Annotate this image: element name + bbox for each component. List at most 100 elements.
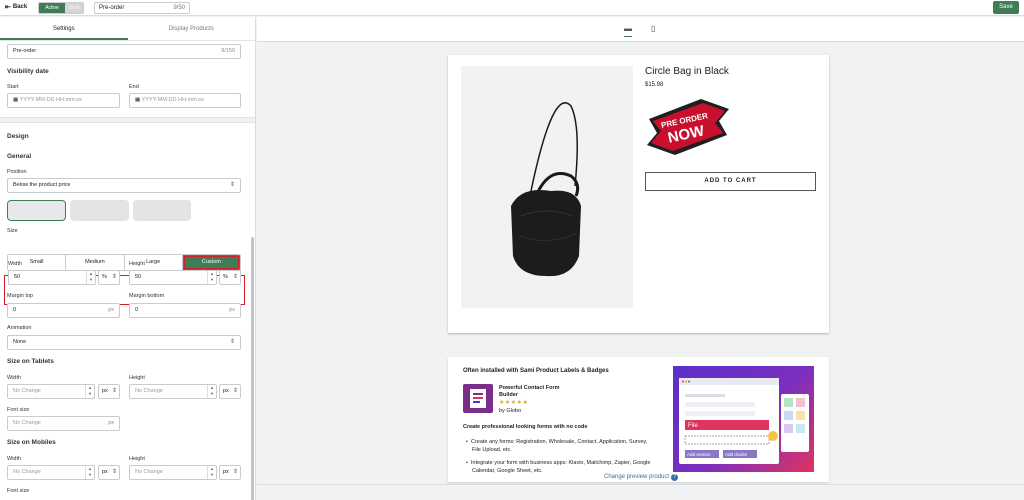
mobile-width-input[interactable]: No Change ▲ ▼ xyxy=(7,465,95,480)
mobile-height-stepper[interactable]: ▲ ▼ xyxy=(207,466,216,479)
mobile-height-unit-value: px xyxy=(223,469,229,475)
settings-tabs: Settings Display Products xyxy=(0,17,255,41)
tablet-height-input[interactable]: No Change ▲ ▼ xyxy=(129,384,217,399)
select-arrows-icon: ⇕ xyxy=(232,274,238,280)
tablet-width-unit[interactable]: px ⇕ xyxy=(98,384,120,399)
height-input[interactable]: 50 ▲ ▼ xyxy=(129,270,217,285)
tablet-width-stepper[interactable]: ▲ ▼ xyxy=(85,385,94,398)
animation-select[interactable]: None ⇕ xyxy=(7,335,241,350)
label-name-count: 9/150 xyxy=(221,48,235,54)
promo-card: Often installed with Sami Product Labels… xyxy=(448,357,829,482)
mobile-height-label: Height xyxy=(129,456,145,462)
select-arrows-icon: ⇕ xyxy=(229,339,235,345)
end-date-input[interactable]: ▦ YYYY-MM-DD HH:mm:ss xyxy=(129,93,241,108)
handbag-illustration xyxy=(511,102,581,277)
margin-top-value: 0 xyxy=(13,307,17,313)
tablet-height-placeholder: No Change xyxy=(135,388,163,394)
change-preview-link[interactable]: Change preview product? xyxy=(604,474,679,481)
mockup-file-label: File xyxy=(688,423,698,429)
status-inactive[interactable]: Draft xyxy=(65,3,83,13)
height-stepper[interactable]: ▲ ▼ xyxy=(207,271,216,284)
position-select[interactable]: Below the product price ⇕ xyxy=(7,178,241,193)
select-arrows-icon: ⇕ xyxy=(111,469,117,475)
tab-display-products[interactable]: Display Products xyxy=(128,17,256,40)
general-heading: General xyxy=(7,153,32,160)
mobile-width-label: Width xyxy=(7,456,22,462)
animation-value: None xyxy=(13,339,27,345)
contact-form-app-icon[interactable] xyxy=(463,384,493,413)
label-name-input[interactable]: Pre-order 9/150 xyxy=(7,44,241,59)
size-label: Size xyxy=(7,228,18,234)
product-price: $15.98 xyxy=(645,82,664,88)
rating-stars: ★★★★★ xyxy=(499,400,529,406)
promo-app-screenshot[interactable]: File Add section Add divider xyxy=(673,366,814,472)
start-label: Start xyxy=(7,84,19,90)
calendar-icon: ▦ xyxy=(135,97,142,103)
back-label: Back xyxy=(12,4,28,10)
tablet-font-size-input[interactable]: No Change px xyxy=(7,416,120,431)
save-button[interactable]: Save xyxy=(993,1,1019,14)
margin-bottom-input[interactable]: 0 px xyxy=(129,303,241,318)
start-date-placeholder: YYYY-MM-DD HH:mm:ss xyxy=(19,97,82,103)
mockup-add-section: Add section xyxy=(687,452,711,457)
size-custom[interactable]: Custom xyxy=(182,255,240,270)
calendar-icon: ▦ xyxy=(13,97,20,103)
tablet-height-unit[interactable]: px ⇕ xyxy=(219,384,241,399)
select-arrows-icon: ⇕ xyxy=(111,388,117,394)
tablet-height-unit-value: px xyxy=(223,388,229,394)
mobile-font-size-label: Font size xyxy=(7,488,30,494)
mobile-width-unit[interactable]: px ⇕ xyxy=(98,465,120,480)
badge-style-option[interactable] xyxy=(133,200,191,221)
margin-bottom-unit: px xyxy=(229,307,235,313)
mobile-height-input[interactable]: No Change ▲ ▼ xyxy=(129,465,217,480)
add-to-cart-button[interactable]: ADD TO CART xyxy=(645,172,816,191)
tablet-width-input[interactable]: No Change ▲ ▼ xyxy=(7,384,95,399)
margin-top-unit: px xyxy=(108,307,114,313)
mobile-height-unit[interactable]: px ⇕ xyxy=(219,465,241,480)
width-unit-select[interactable]: % ⇕ xyxy=(98,270,120,285)
mobile-width-stepper[interactable]: ▲ ▼ xyxy=(85,466,94,479)
preview-divider xyxy=(257,484,1024,485)
pre-order-badge: PRE ORDER NOW xyxy=(645,95,733,159)
width-stepper[interactable]: ▲ ▼ xyxy=(86,271,95,284)
animation-label: Animation xyxy=(7,325,32,331)
product-image xyxy=(461,66,633,308)
badge-style-option[interactable] xyxy=(70,200,129,221)
promo-heading: Often installed with Sami Product Labels… xyxy=(463,368,609,374)
mobile-icon[interactable]: ▯ xyxy=(651,24,655,33)
tablet-width-placeholder: No Change xyxy=(13,388,41,394)
status-active[interactable]: Active xyxy=(39,3,65,13)
desktop-icon[interactable]: ▬ xyxy=(624,24,632,37)
bullet-1-line-1: Create any forms: Registration, Wholesal… xyxy=(470,439,648,445)
panel-scrollbar[interactable] xyxy=(251,237,254,500)
top-bar: ⇤ Back Active Draft Pre-order 9/50 Save xyxy=(0,0,1024,16)
badge-style-option[interactable] xyxy=(7,200,66,221)
help-icon[interactable]: ? xyxy=(671,474,679,481)
badge-title-input[interactable]: Pre-order 9/50 xyxy=(94,2,190,14)
tablet-width-unit-value: px xyxy=(102,388,108,394)
promo-tagline: Create professional looking forms with n… xyxy=(463,424,588,430)
pre-order-badge-graphic: PRE ORDER NOW xyxy=(647,99,729,155)
back-button[interactable]: ⇤ Back xyxy=(5,3,27,11)
mockup-add-divider: Add divider xyxy=(725,452,748,457)
margin-top-input[interactable]: 0 px xyxy=(7,303,120,318)
size-medium[interactable]: Medium xyxy=(66,255,125,270)
tab-settings[interactable]: Settings xyxy=(0,17,128,40)
status-toggle[interactable]: Active Draft xyxy=(38,2,84,14)
height-unit-select[interactable]: % ⇕ xyxy=(219,270,241,285)
app-name-line2[interactable]: Builder xyxy=(499,391,518,399)
tablet-height-stepper[interactable]: ▲ ▼ xyxy=(207,385,216,398)
device-toolbar: ▬ ▯ xyxy=(257,17,1024,42)
end-date-placeholder: YYYY-MM-DD HH:mm:ss xyxy=(141,97,204,103)
form-icon xyxy=(470,389,486,408)
tablet-font-size-unit: px xyxy=(108,420,114,426)
mobiles-heading: Size on Mobiles xyxy=(7,439,56,446)
width-value: 50 xyxy=(14,274,21,280)
badge-title-count: 9/50 xyxy=(173,5,185,11)
mobile-width-unit-value: px xyxy=(102,469,108,475)
app-author: by Globo xyxy=(499,408,522,414)
width-input[interactable]: 50 ▲ ▼ xyxy=(8,270,96,285)
position-value: Below the product price xyxy=(13,182,71,188)
bullet-1-line-2: File Upload, etc. xyxy=(472,447,512,453)
start-date-input[interactable]: ▦ YYYY-MM-DD HH:mm:ss xyxy=(7,93,120,108)
